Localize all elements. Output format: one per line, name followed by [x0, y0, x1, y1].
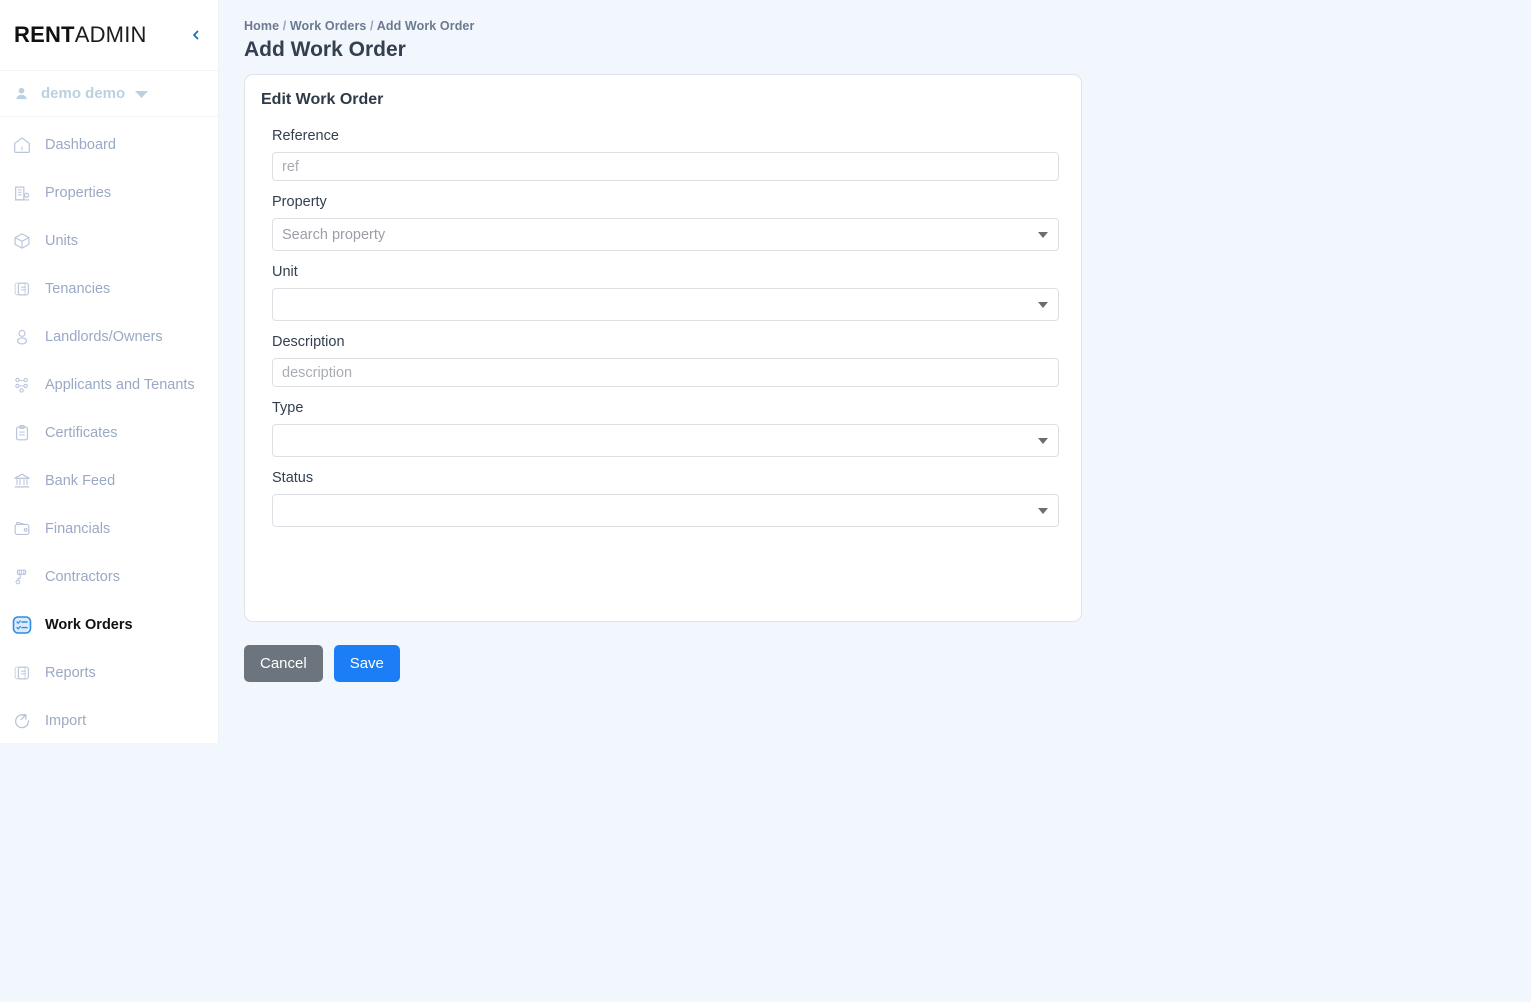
sidebar-item-label: Financials: [45, 521, 111, 537]
save-button[interactable]: Save: [333, 645, 400, 682]
field-type: Type: [272, 400, 1059, 457]
page-title: Add Work Order: [244, 38, 406, 61]
breadcrumb: Home / Work Orders / Add Work Order: [244, 19, 474, 33]
sidebar-item-label: Applicants and Tenants: [45, 377, 195, 393]
sidebar-item-label: Certificates: [45, 425, 118, 441]
type-select-wrap: [272, 424, 1059, 457]
sidebar-item-financials[interactable]: Financials: [0, 505, 218, 553]
field-description: Description: [272, 334, 1059, 387]
sidebar-item-reports[interactable]: Reports: [0, 649, 218, 697]
logo-light-part: ADMIN: [74, 22, 147, 47]
edit-work-order-card: Edit Work Order Reference Property Searc…: [244, 74, 1082, 622]
field-unit: Unit: [272, 264, 1059, 321]
work-order-form: Reference Property Search property Unit: [245, 109, 1081, 527]
clipboard-icon: [11, 422, 33, 444]
unit-select[interactable]: [272, 288, 1059, 321]
sidebar: RENTADMIN demo demo Dashboard Properties…: [0, 0, 219, 743]
property-label: Property: [272, 194, 327, 210]
wallet-icon: [11, 518, 33, 540]
status-select[interactable]: [272, 494, 1059, 527]
sidebar-item-contractors[interactable]: Contractors: [0, 553, 218, 601]
people-network-icon: [11, 374, 33, 396]
building-icon: [11, 182, 33, 204]
status-label: Status: [272, 470, 314, 486]
user-name: demo demo: [41, 85, 126, 102]
sidebar-item-units[interactable]: Units: [0, 217, 218, 265]
description-input[interactable]: [272, 358, 1059, 387]
tool-icon: [11, 566, 33, 588]
breadcrumb-current: Add Work Order: [376, 19, 475, 33]
unit-select-wrap: [272, 288, 1059, 321]
chevron-left-icon[interactable]: [188, 27, 204, 43]
sidebar-item-dashboard[interactable]: Dashboard: [0, 121, 218, 169]
sidebar-item-label: Contractors: [45, 569, 120, 585]
sidebar-item-label: Import: [45, 713, 87, 729]
sidebar-nav: Dashboard Properties Units Tenancies Lan…: [0, 117, 218, 745]
app-logo[interactable]: RENTADMIN: [14, 22, 147, 48]
breadcrumb-separator: /: [370, 19, 374, 33]
reference-input[interactable]: [272, 152, 1059, 181]
sidebar-item-import[interactable]: Import: [0, 697, 218, 745]
sidebar-item-label: Bank Feed: [45, 473, 116, 489]
sidebar-header: RENTADMIN: [0, 0, 218, 71]
sidebar-item-landlords-owners[interactable]: Landlords/Owners: [0, 313, 218, 361]
sidebar-item-bank-feed[interactable]: Bank Feed: [0, 457, 218, 505]
sidebar-item-tenancies[interactable]: Tenancies: [0, 265, 218, 313]
documents-icon: [11, 278, 33, 300]
breadcrumb-separator: /: [282, 19, 287, 33]
property-select[interactable]: Search property: [272, 218, 1059, 251]
property-select-value: Search property: [282, 226, 386, 243]
property-select-wrap: Search property: [272, 218, 1059, 251]
sidebar-item-label: Properties: [45, 185, 112, 201]
form-actions: Cancel Save: [244, 645, 400, 682]
sidebar-item-label: Dashboard: [45, 137, 116, 153]
logo-bold-part: RENT: [14, 22, 75, 47]
user-menu[interactable]: demo demo: [0, 71, 218, 117]
sidebar-item-properties[interactable]: Properties: [0, 169, 218, 217]
card-title: Edit Work Order: [261, 91, 384, 108]
person-icon: [11, 326, 33, 348]
bank-icon: [11, 470, 33, 492]
main-content: Home / Work Orders / Add Work Order Add …: [219, 0, 1531, 1002]
field-reference: Reference: [272, 128, 1059, 181]
unit-label: Unit: [272, 264, 298, 280]
sidebar-item-label: Reports: [45, 665, 96, 681]
field-property: Property Search property: [272, 194, 1059, 251]
field-status: Status: [272, 470, 1059, 527]
import-arrow-icon: [11, 710, 33, 732]
breadcrumb-work-orders[interactable]: Work Orders: [290, 19, 367, 33]
home-pentagon-icon: [11, 134, 33, 156]
user-icon: [10, 83, 32, 105]
breadcrumb-home[interactable]: Home: [244, 19, 279, 33]
reference-label: Reference: [272, 128, 339, 144]
sidebar-item-label: Tenancies: [45, 281, 111, 297]
sidebar-item-label: Landlords/Owners: [45, 329, 163, 345]
checklist-icon: [11, 614, 33, 636]
type-select[interactable]: [272, 424, 1059, 457]
chevron-down-icon: [134, 89, 149, 99]
sidebar-item-certificates[interactable]: Certificates: [0, 409, 218, 457]
type-label: Type: [272, 400, 304, 416]
description-label: Description: [272, 334, 345, 350]
sidebar-item-label: Units: [45, 233, 79, 249]
status-select-wrap: [272, 494, 1059, 527]
sidebar-item-applicants-and-tenants[interactable]: Applicants and Tenants: [0, 361, 218, 409]
report-icon: [11, 662, 33, 684]
sidebar-item-label: Work Orders: [45, 617, 133, 633]
cube-icon: [11, 230, 33, 252]
cancel-button[interactable]: Cancel: [244, 645, 323, 682]
sidebar-item-work-orders[interactable]: Work Orders: [0, 601, 218, 649]
